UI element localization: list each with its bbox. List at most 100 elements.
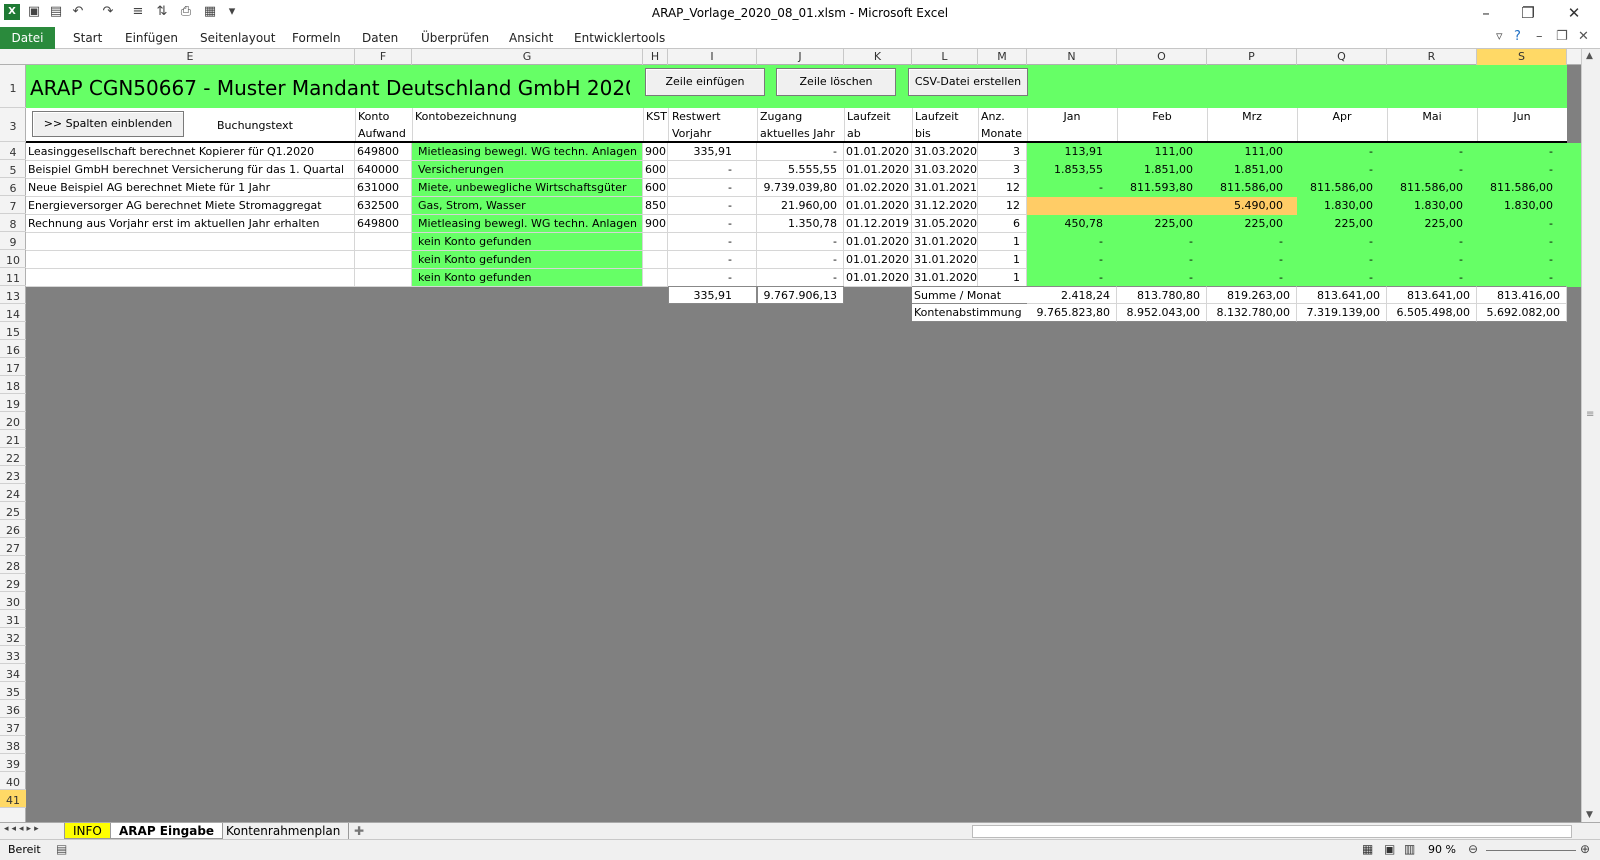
column-header-r[interactable]: R — [1387, 49, 1477, 65]
month-value-cell[interactable]: 450,78 — [1027, 215, 1117, 233]
normal-view-icon[interactable]: ▦ — [1362, 842, 1373, 856]
month-value-cell[interactable]: 225,00 — [1207, 215, 1297, 233]
scroll-up-icon[interactable]: ▲ — [1586, 51, 1593, 61]
month-value-cell[interactable]: 1.830,00 — [1477, 197, 1567, 215]
month-value-cell[interactable]: 1.853,55 — [1027, 161, 1117, 179]
kontobezeichnung-cell[interactable]: Miete, unbewegliche Wirtschaftsgüter — [412, 179, 643, 197]
row-header[interactable]: 17 — [0, 358, 26, 376]
column-header-l[interactable]: L — [912, 49, 978, 65]
scroll-down-icon[interactable]: ▼ — [1586, 810, 1593, 820]
month-value-cell[interactable]: - — [1117, 251, 1207, 269]
buchungstext-cell[interactable]: Neue Beispiel AG berechnet Miete für 1 J… — [26, 179, 355, 197]
zugang-cell[interactable]: 9.739.039,80 — [757, 179, 844, 197]
summe-month-cell[interactable]: 813.416,00 — [1477, 286, 1567, 304]
row-header[interactable]: 11 — [0, 268, 26, 286]
close-icon[interactable]: ✕ — [1564, 4, 1584, 22]
row-header[interactable]: 20 — [0, 412, 26, 430]
row-header[interactable]: 37 — [0, 718, 26, 736]
horizontal-scrollbar[interactable] — [972, 825, 1572, 838]
zugang-cell[interactable]: 21.960,00 — [757, 197, 844, 215]
summe-month-cell[interactable]: 813.780,80 — [1117, 286, 1207, 304]
wb-close-icon[interactable]: ✕ — [1578, 29, 1589, 44]
restwert-cell[interactable]: - — [668, 215, 757, 233]
column-header-g[interactable]: G — [412, 49, 643, 65]
month-value-cell[interactable]: 1.830,00 — [1297, 197, 1387, 215]
tab-entwicklertools[interactable]: Entwicklertools — [574, 31, 665, 45]
month-value-cell[interactable]: - — [1117, 269, 1207, 287]
anz-monate-cell[interactable]: 1 — [978, 269, 1027, 287]
zugang-cell[interactable]: 1.350,78 — [757, 215, 844, 233]
worksheet-grid[interactable]: EFGHIJKLMNOPQRS 1 3 4 5 6 7 8 9 10 11 13 14 15 16 17 18… — [0, 49, 1581, 822]
zugang-cell[interactable]: - — [757, 233, 844, 251]
row-header[interactable]: 8 — [0, 214, 26, 232]
kontobezeichnung-cell[interactable]: Mietleasing bewegl. WG techn. Anlagen — [412, 143, 643, 161]
laufzeit-ab-cell[interactable]: 01.01.2020 — [844, 161, 912, 179]
row-header[interactable]: 19 — [0, 394, 26, 412]
month-value-cell[interactable]: 111,00 — [1117, 143, 1207, 161]
zoom-out-icon[interactable]: ⊖ — [1468, 842, 1478, 856]
konto-cell[interactable] — [355, 233, 412, 251]
restwert-cell[interactable]: - — [668, 233, 757, 251]
row-header[interactable]: 22 — [0, 448, 26, 466]
column-header-n[interactable]: N — [1027, 49, 1117, 65]
month-value-cell[interactable]: 111,00 — [1207, 143, 1297, 161]
column-header-m[interactable]: M — [978, 49, 1027, 65]
row-header[interactable]: 34 — [0, 664, 26, 682]
month-value-cell[interactable]: - — [1477, 215, 1567, 233]
restwert-cell[interactable]: - — [668, 269, 757, 287]
buchungstext-cell[interactable]: Rechnung aus Vorjahr erst im aktuellen J… — [26, 215, 355, 233]
month-value-cell[interactable]: - — [1477, 143, 1567, 161]
page-break-view-icon[interactable]: ▥ — [1404, 842, 1415, 856]
laufzeit-ab-cell[interactable]: 01.02.2020 — [844, 179, 912, 197]
create-csv-button[interactable]: CSV-Datei erstellen — [908, 68, 1028, 96]
month-value-cell[interactable]: - — [1027, 251, 1117, 269]
anz-monate-cell[interactable]: 12 — [978, 179, 1027, 197]
month-value-cell[interactable]: - — [1297, 143, 1387, 161]
month-value-cell[interactable]: 1.851,00 — [1207, 161, 1297, 179]
row-header[interactable]: 1 — [0, 65, 26, 108]
row-header[interactable]: 36 — [0, 700, 26, 718]
restwert-cell[interactable]: 335,91 — [668, 143, 757, 161]
row-header[interactable]: 29 — [0, 574, 26, 592]
anz-monate-cell[interactable]: 1 — [978, 233, 1027, 251]
summe-label[interactable]: Summe / Monat — [912, 286, 1027, 304]
row-header[interactable]: 27 — [0, 538, 26, 556]
laufzeit-bis-cell[interactable]: 31.01.2021 — [912, 179, 978, 197]
kst-cell[interactable] — [643, 251, 668, 269]
buchungstext-cell[interactable]: Beispiel GmbH berechnet Versicherung für… — [26, 161, 355, 179]
restwert-cell[interactable]: - — [668, 161, 757, 179]
wb-restore-icon[interactable]: ❐ — [1556, 29, 1568, 44]
insert-row-button[interactable]: Zeile einfügen — [645, 68, 765, 96]
kontobezeichnung-cell[interactable]: Versicherungen — [412, 161, 643, 179]
tab-ueberpruefen[interactable]: Überprüfen — [421, 31, 489, 45]
month-value-cell[interactable]: - — [1297, 161, 1387, 179]
month-value-cell[interactable]: - — [1027, 269, 1117, 287]
restwert-cell[interactable]: - — [668, 197, 757, 215]
row-header[interactable]: 13 — [0, 286, 26, 304]
month-value-cell[interactable]: 811.586,00 — [1477, 179, 1567, 197]
row-header[interactable]: 39 — [0, 754, 26, 772]
row-header[interactable]: 25 — [0, 502, 26, 520]
row-header[interactable]: 28 — [0, 556, 26, 574]
month-value-cell[interactable]: - — [1297, 269, 1387, 287]
laufzeit-bis-cell[interactable]: 31.01.2020 — [912, 269, 978, 287]
summe-month-cell[interactable]: 2.418,24 — [1027, 286, 1117, 304]
month-value-cell[interactable]: - — [1207, 269, 1297, 287]
macro-record-icon[interactable]: ▤ — [56, 842, 67, 856]
column-header-p[interactable]: P — [1207, 49, 1297, 65]
kst-cell[interactable]: 900 — [643, 143, 668, 161]
kst-cell[interactable]: 850 — [643, 197, 668, 215]
month-value-cell[interactable]: 225,00 — [1117, 215, 1207, 233]
zoom-level[interactable]: 90 % — [1428, 843, 1456, 856]
laufzeit-ab-cell[interactable]: 01.01.2020 — [844, 269, 912, 287]
row-header[interactable]: 41 — [0, 790, 26, 808]
row-header[interactable]: 33 — [0, 646, 26, 664]
restwert-cell[interactable]: - — [668, 251, 757, 269]
zoom-slider[interactable] — [1486, 850, 1576, 851]
wb-minimize-icon[interactable]: – — [1536, 29, 1543, 44]
laufzeit-bis-cell[interactable]: 31.03.2020 — [912, 161, 978, 179]
kontobezeichnung-cell[interactable]: kein Konto gefunden — [412, 233, 643, 251]
anz-monate-cell[interactable]: 3 — [978, 161, 1027, 179]
kst-cell[interactable] — [643, 233, 668, 251]
month-value-cell[interactable]: 811.586,00 — [1387, 179, 1477, 197]
